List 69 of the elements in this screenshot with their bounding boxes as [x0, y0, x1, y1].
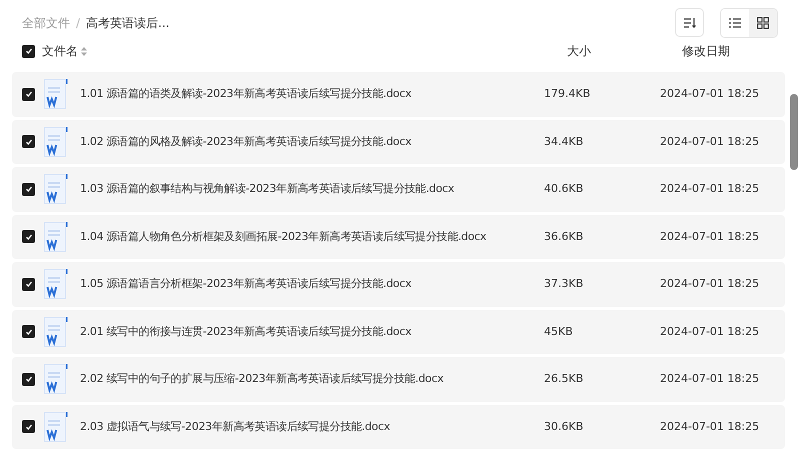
file-size: 34.4KB — [544, 134, 584, 150]
row-checkbox[interactable] — [22, 230, 35, 244]
file-name: 1.02 源语篇的风格及解读-2023年新高考英语读后续写提分技能.docx — [80, 134, 412, 150]
checkmark-icon — [24, 90, 32, 98]
row-checkbox[interactable] — [22, 420, 35, 434]
modified-date: 2024-07-01 18:25 — [660, 86, 760, 102]
file-row[interactable]: 1.03 源语篇的叙事结构与视角解读-2023年新高考英语读后续写提分技能.docx 40.6KB 2024-07-01 18:25 — [12, 167, 785, 212]
row-checkbox[interactable] — [22, 372, 35, 386]
modified-date: 2024-07-01 18:25 — [660, 418, 760, 434]
scrollbar[interactable] — [790, 94, 798, 170]
modified-date: 2024-07-01 18:25 — [660, 324, 760, 340]
checkmark-icon — [24, 328, 32, 336]
file-size: 40.6KB — [544, 181, 584, 197]
file-size: 179.4KB — [544, 86, 592, 102]
modified-date: 2024-07-01 18:25 — [660, 371, 760, 387]
word-document-icon — [44, 174, 68, 204]
word-document-icon — [44, 222, 68, 252]
row-checkbox[interactable] — [22, 182, 35, 196]
checkmark-icon — [24, 422, 32, 431]
file-row[interactable]: 2.02 续写中的句子的扩展与压缩-2023年新高考英语读后续写提分技能.docx 26.5KB 2024-07-01 18:25 — [12, 357, 785, 402]
file-size: 36.6KB — [544, 228, 584, 244]
row-checkbox[interactable] — [22, 325, 35, 338]
file-size: 45KB — [544, 324, 574, 340]
list-view-icon — [729, 18, 741, 28]
file-row[interactable]: 1.04 源语篇人物角色分析框架及刻画拓展-2023年新高考英语读后续写提分技能.docx 36.6KB 2024-07-01 18:25 — [12, 214, 785, 259]
word-document-icon — [44, 269, 68, 300]
column-header[interactable]: 修改日期 — [682, 42, 730, 60]
file-name: 1.05 源语篇语言分析框架-2023年新高考英语读后续写提分技能.docx — [80, 276, 412, 292]
grid-view-icon — [757, 16, 769, 28]
file-row[interactable]: 1.05 源语篇语言分析框架-2023年新高考英语读后续写提分技能.docx 37.3KB 2024-07-01 18:25 — [12, 262, 785, 306]
breadcrumb-item[interactable]: 高考英语读后... — [86, 14, 170, 32]
column-header[interactable]: 文件名 — [42, 42, 78, 60]
word-document-icon — [44, 316, 68, 347]
row-checkbox[interactable] — [22, 278, 35, 291]
file-row[interactable]: 1.01 源语篇的语类及解读-2023年新高考英语读后续写提分技能.docx 179.4KB 2024-07-01 18:25 — [12, 72, 785, 116]
sort-button[interactable] — [675, 8, 704, 37]
modified-date: 2024-07-01 18:25 — [660, 181, 760, 197]
file-size: 26.5KB — [544, 371, 584, 387]
file-name: 1.03 源语篇的叙事结构与视角解读-2023年新高考英语读后续写提分技能.docx — [80, 181, 456, 197]
checkmark-icon — [24, 47, 32, 55]
file-size: 37.3KB — [544, 276, 584, 292]
file-name: 2.01 续写中的衔接与连贯-2023年新高考英语读后续写提分技能.docx — [80, 324, 412, 340]
checkmark-icon — [24, 232, 32, 241]
checkmark-icon — [24, 138, 32, 146]
word-document-icon — [44, 79, 68, 110]
row-checkbox[interactable] — [22, 88, 35, 101]
file-size: 30.6KB — [544, 418, 584, 434]
breadcrumb-separator: / — [76, 14, 80, 32]
word-document-icon — [44, 364, 68, 394]
column-header[interactable]: 大小 — [567, 42, 591, 60]
checkmark-icon — [24, 185, 32, 194]
file-row[interactable]: 2.03 虚拟语气与续写-2023年新高考英语读后续写提分技能.docx 30.6KB 2024-07-01 18:25 — [12, 404, 785, 449]
modified-date: 2024-07-01 18:25 — [660, 134, 760, 150]
checkmark-icon — [24, 375, 32, 384]
file-name: 2.02 续写中的句子的扩展与压缩-2023年新高考英语读后续写提分技能.docx — [80, 371, 444, 387]
modified-date: 2024-07-01 18:25 — [660, 228, 760, 244]
file-row[interactable]: 2.01 续写中的衔接与连贯-2023年新高考英语读后续写提分技能.docx 45KB 2024-07-01 18:25 — [12, 310, 785, 354]
modified-date: 2024-07-01 18:25 — [660, 276, 760, 292]
sort-icon — [684, 18, 696, 28]
word-document-icon — [44, 412, 68, 442]
checkmark-icon — [24, 280, 32, 288]
row-checkbox[interactable] — [22, 135, 35, 148]
file-name: 1.01 源语篇的语类及解读-2023年新高考英语读后续写提分技能.docx — [80, 86, 412, 102]
view-mode-button[interactable] — [749, 8, 777, 36]
file-name: 1.04 源语篇人物角色分析框架及刻画拓展-2023年新高考英语读后续写提分技能.docx — [80, 228, 488, 244]
select-all-checkbox[interactable] — [22, 44, 35, 58]
word-document-icon — [44, 126, 68, 157]
file-name: 2.03 虚拟语气与续写-2023年新高考英语读后续写提分技能.docx — [80, 418, 391, 434]
file-row[interactable]: 1.02 源语篇的风格及解读-2023年新高考英语读后续写提分技能.docx 34.4KB 2024-07-01 18:25 — [12, 120, 785, 164]
